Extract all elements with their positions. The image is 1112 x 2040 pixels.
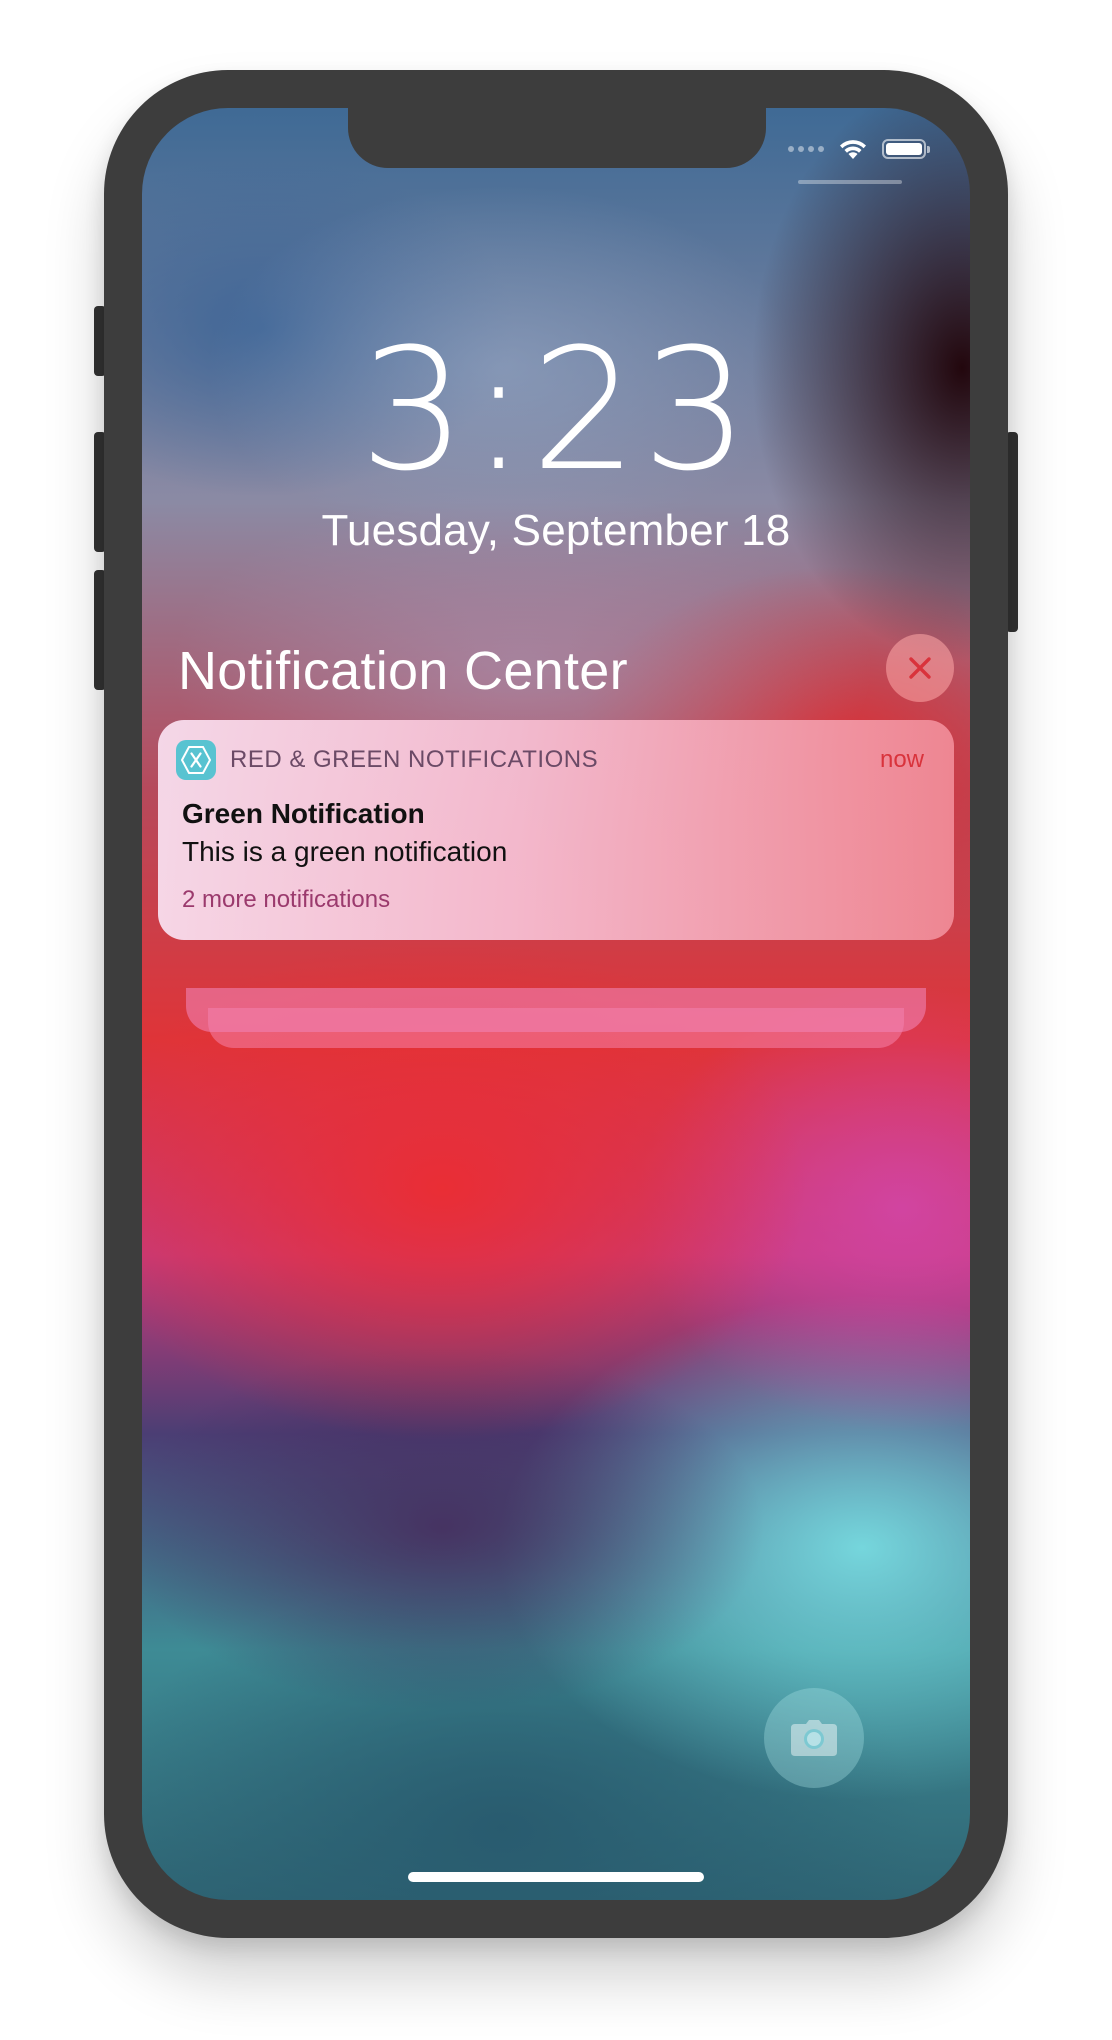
status-bar xyxy=(788,138,930,160)
device-mockup: 3:23 Tuesday, September 18 Notification … xyxy=(0,0,1112,2040)
wifi-icon xyxy=(838,138,868,160)
notification-card[interactable]: RED & GREEN NOTIFICATIONS now Green Noti… xyxy=(158,720,954,940)
close-x-icon xyxy=(909,657,931,679)
notch xyxy=(348,108,766,168)
notification-title: Green Notification xyxy=(182,798,425,829)
camera-icon xyxy=(791,1720,837,1756)
notification-time: now xyxy=(879,746,924,773)
signal-dots-icon xyxy=(788,146,824,152)
lock-screen-date: Tuesday, September 18 xyxy=(321,506,791,555)
notification-center-title: Notification Center xyxy=(178,641,628,701)
xamarin-x-icon xyxy=(176,740,216,780)
notification-header: RED & GREEN NOTIFICATIONS now xyxy=(176,740,924,780)
stacked-notification-2 xyxy=(186,988,926,1032)
home-indicator[interactable] xyxy=(408,1872,704,1882)
battery-icon xyxy=(882,139,930,159)
lock-screen: 3:23 Tuesday, September 18 Notification … xyxy=(142,108,970,1900)
notification-body: This is a green notification xyxy=(182,836,508,867)
camera-button[interactable] xyxy=(764,1688,864,1788)
clear-notifications-button[interactable] xyxy=(886,634,954,702)
lock-screen-time: 3:23 xyxy=(359,312,753,508)
more-notifications-label: 2 more notifications xyxy=(182,886,391,913)
control-center-indicator[interactable] xyxy=(798,180,902,184)
notification-app-name: RED & GREEN NOTIFICATIONS xyxy=(230,746,599,773)
